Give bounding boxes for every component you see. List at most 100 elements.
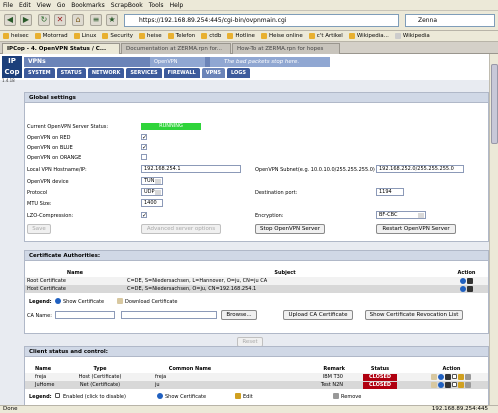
save-button[interactable]: Save [27,224,51,234]
client-row-status-cell: CLOSED [345,373,415,381]
ipcop-logo: IP Cop [2,56,22,78]
enable-checkbox-icon[interactable] [452,382,457,388]
status-badge: CLOSED [362,381,398,389]
download-icon[interactable] [466,285,473,292]
bookmark-wikipedia[interactable]: Wikipedia [394,33,430,39]
nav-vpns[interactable]: VPNS [201,68,226,78]
hostname-input[interactable]: 192.168.254.1 [141,165,241,173]
edit-icon[interactable] [458,373,464,380]
client-col-name: Name [35,366,52,372]
reload-icon[interactable]: ↻ [38,14,50,26]
nav-system[interactable]: SYSTEM [24,68,55,78]
bookmark-telefon[interactable]: Telefon [167,33,195,39]
forward-icon[interactable]: ▶ [20,14,32,26]
bookmark-heisec[interactable]: heisec [3,33,29,39]
bookmark-hotline[interactable]: Hotline [227,33,255,39]
folder-icon [34,33,41,39]
tab-ipcop-openvpn[interactable]: IPCop - 4. OpenVPN Status / C... [2,43,120,54]
subnet-input[interactable]: 192.168.252.0/255.255.255.0 [376,165,464,173]
info-icon[interactable] [438,373,444,380]
disk-icon[interactable] [445,373,451,380]
client-col-remark: Remark [323,366,345,372]
dest-port-label: Destination port: [255,190,298,196]
on-red-checkbox[interactable]: ✓ [141,134,147,141]
on-orange-checkbox[interactable] [141,154,147,160]
info-icon[interactable] [438,381,444,388]
lzo-checkbox[interactable]: ✓ [141,212,147,219]
client-heading: Client status and control: [25,347,488,357]
on-red-label: OpenVPN on RED [27,135,71,141]
upload-ca-button[interactable]: Upload CA Certificate [283,310,353,320]
page-content: IP Cop 1.4.18 VPNs OpenVPN The bad packet… [0,54,489,405]
bookmark-heise-online[interactable]: Heise online [260,33,303,39]
home-icon[interactable]: ⌂ [72,14,84,26]
tab-howto[interactable]: How-To at ZERMA.rpn for hopes [232,43,340,54]
folder-icon [348,33,355,39]
dest-port-input[interactable]: 1194 [376,188,404,196]
client-col-action: Action [442,366,461,372]
client-row-name: freja [35,374,47,380]
menu-edit[interactable]: Edit [19,2,31,9]
scrollbar-thumb[interactable] [491,64,498,144]
client-table: Name Type Common Name Remark Status Acti… [25,365,488,389]
enable-checkbox-icon[interactable] [452,374,457,380]
advanced-server-options-button[interactable]: Advanced server options [141,224,221,234]
nav-firewall[interactable]: FIREWALL [163,68,200,78]
download-icon[interactable] [431,373,437,380]
rss-icon[interactable]: ≡ [90,14,102,26]
menu-help[interactable]: Help [170,2,184,9]
nav-status[interactable]: STATUS [56,68,86,78]
vertical-scrollbar[interactable] [489,54,498,405]
edit-icon[interactable] [458,381,464,388]
info-icon[interactable] [459,285,466,292]
bookmark-linux[interactable]: Linux [73,33,96,39]
global-settings-panel: Global settings Current OpenVPN Server S… [24,92,489,242]
trash-icon[interactable] [465,373,471,380]
bookmark-heise[interactable]: heise [139,33,162,39]
menu-view[interactable]: View [37,2,51,9]
menu-go[interactable]: Go [57,2,65,9]
restart-server-button[interactable]: Restart OpenVPN Server [376,224,456,234]
on-blue-checkbox[interactable]: ✓ [141,144,147,151]
bookmark-icon[interactable]: ★ [106,14,118,26]
address-bar[interactable]: https://192.168.89.254:445/cgi-bin/ovpnm… [124,14,399,27]
ipcop-version: 1.4.18 [2,78,15,83]
nav-logs[interactable]: LOGS [227,68,250,78]
nav-services[interactable]: SERVICES [126,68,162,78]
back-icon[interactable]: ◀ [4,14,16,26]
menu-file[interactable]: File [3,2,13,9]
protocol-label: Protocol [27,190,48,196]
ca-file-input[interactable] [121,311,217,319]
protocol-select[interactable]: UDP [141,188,163,196]
nav-network[interactable]: NETWORK [87,68,125,78]
status-url: 192.168.89.254:445 [431,406,488,412]
trash-icon[interactable] [465,381,471,388]
stop-icon[interactable]: ✕ [54,14,66,26]
download-icon[interactable] [431,381,437,388]
bookmark-security[interactable]: Security [102,33,133,39]
download-icon[interactable] [466,277,473,284]
folder-icon [227,33,234,39]
stop-server-button[interactable]: Stop OpenVPN Server [255,224,325,234]
bookmark-motorrad[interactable]: Motorrad [34,33,68,39]
client-row-actions [415,373,488,381]
ca-name-input[interactable] [55,311,115,319]
browse-button[interactable]: Browse... [221,310,257,320]
search-input[interactable]: Zenna [405,14,495,27]
ca-col-subject: Subject [274,270,296,276]
show-revocation-list-button[interactable]: Show Certificate Revocation List [365,310,463,320]
device-select[interactable]: TUN [141,177,163,185]
ca-table: Name Subject Action Root Certificate C=D… [25,269,488,293]
disk-icon[interactable] [445,381,451,388]
tab-documentation[interactable]: Documentation at ZERMA.rpn for... [121,43,231,54]
mtu-input[interactable]: 1400 [141,199,163,207]
bookmark-ctdb[interactable]: ctdb [201,33,221,39]
info-icon[interactable] [459,277,466,284]
client-row-type: Net (Certificate) [79,382,121,388]
encryption-select[interactable]: BF-CBC [376,211,426,219]
menu-bookmarks[interactable]: Bookmarks [71,2,105,9]
menu-scrapbook[interactable]: ScrapBook [111,2,143,9]
bookmark-ct-artikel[interactable]: c't Artikel [308,33,343,39]
bookmark-wikipedia-folder[interactable]: Wikipedia... [348,33,389,39]
menu-tools[interactable]: Tools [149,2,164,9]
